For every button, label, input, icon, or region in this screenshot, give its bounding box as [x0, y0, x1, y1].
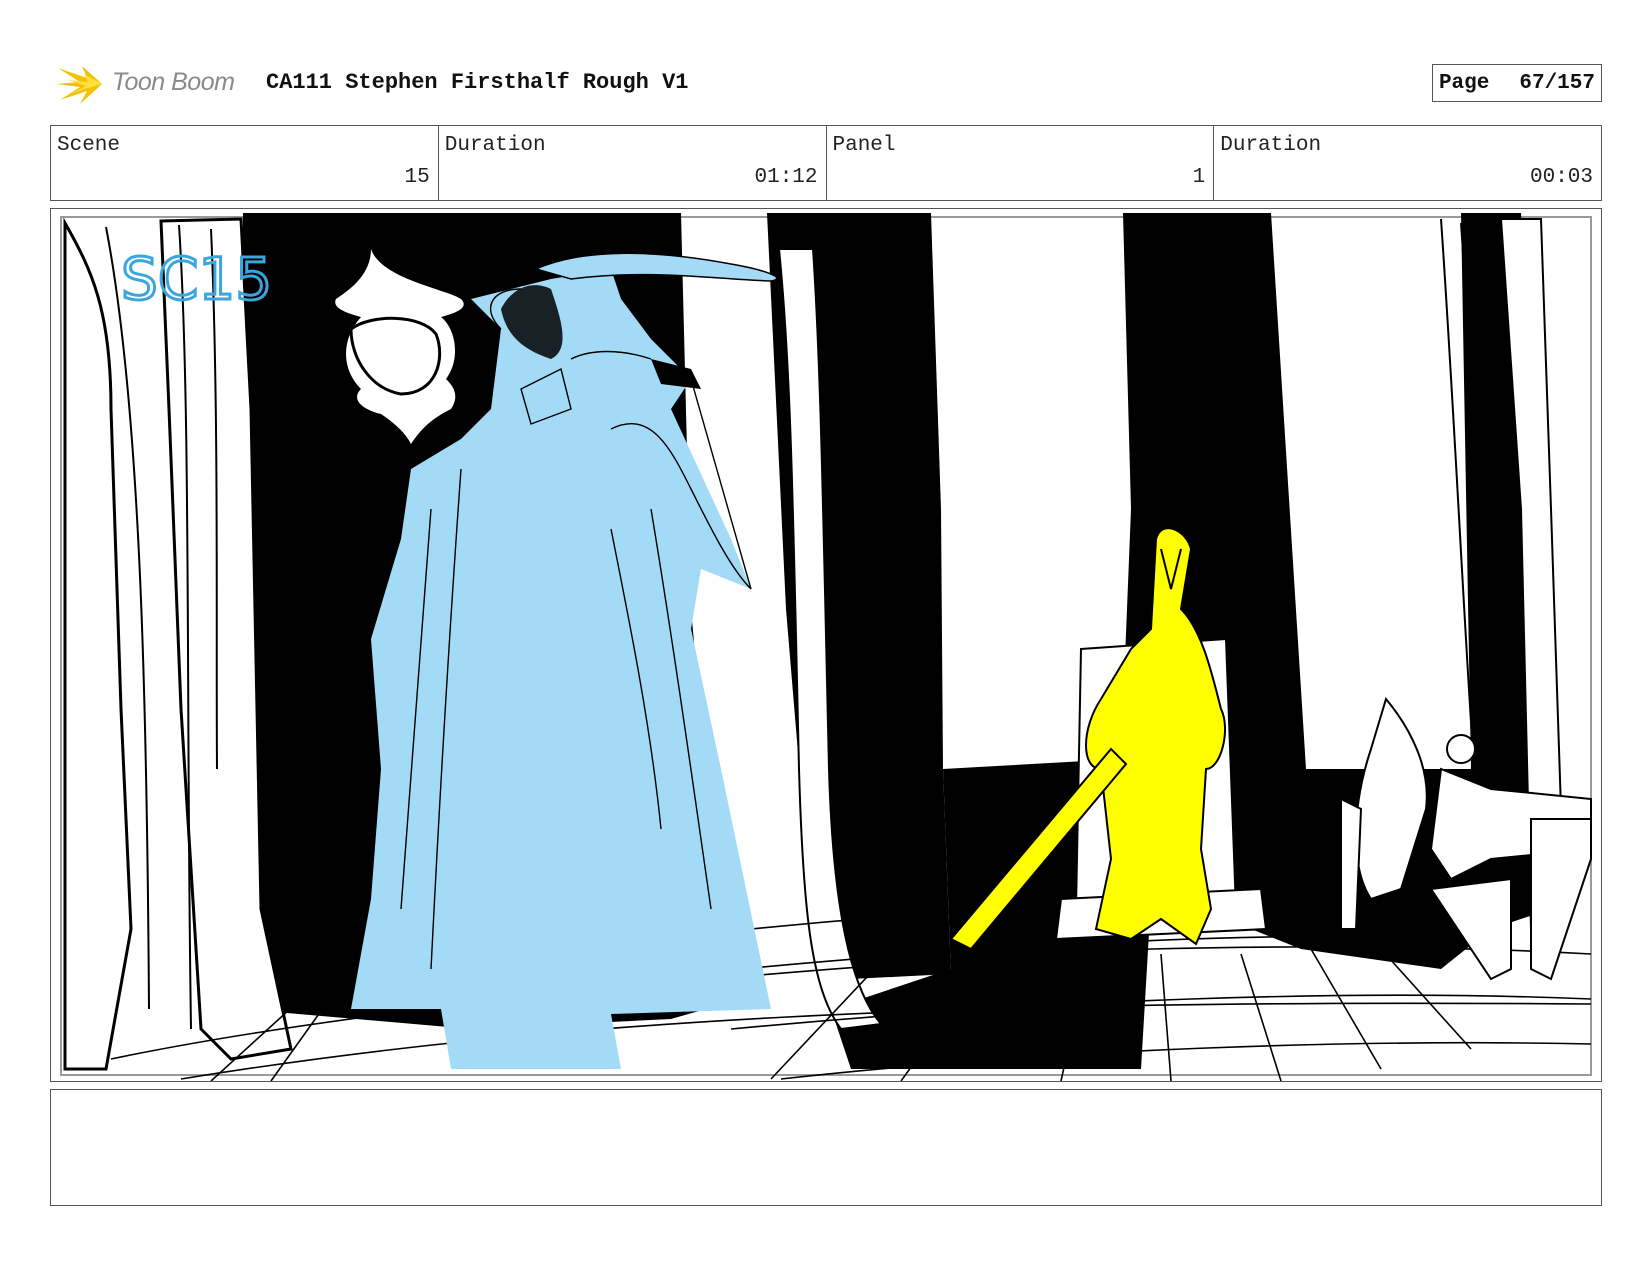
scene-duration-value: 01:12 — [754, 166, 818, 189]
page-label: Page — [1438, 71, 1490, 95]
page-header: Toon Boom CA111 Stephen Firsthalf Rough … — [50, 58, 1602, 108]
scene-cell: Scene 15 — [51, 126, 438, 200]
starburst-icon — [56, 66, 102, 104]
scene-mark-handwriting: SC15 — [121, 245, 272, 313]
panel-drawing: SC15 — [60, 213, 1592, 1081]
scene-label: Scene — [57, 134, 121, 157]
scene-info-row: Scene 15 Duration 01:12 Panel 1 Duration… — [50, 125, 1602, 201]
logo-text: Toon Boom — [112, 68, 235, 96]
scene-value: 15 — [404, 166, 430, 189]
panel-notes-box[interactable] — [50, 1089, 1602, 1206]
document-title: CA111 Stephen Firsthalf Rough V1 — [266, 70, 689, 95]
panel-duration-value: 00:03 — [1529, 166, 1593, 189]
panel-cell: Panel 1 — [825, 126, 1214, 200]
storyboard-panel: SC15 — [50, 208, 1602, 1082]
panel-duration-cell: Duration 00:03 — [1213, 126, 1601, 200]
toon-boom-logo: Toon Boom — [54, 58, 254, 108]
scene-duration-label: Duration — [444, 134, 546, 157]
panel-value: 1 — [1192, 166, 1206, 189]
panel-label: Panel — [832, 134, 896, 157]
page-number: 67/157 — [1519, 71, 1595, 95]
scene-duration-cell: Duration 01:12 — [437, 126, 826, 200]
panel-duration-label: Duration — [1220, 134, 1322, 157]
page-indicator: Page 67/157 — [1431, 64, 1602, 102]
